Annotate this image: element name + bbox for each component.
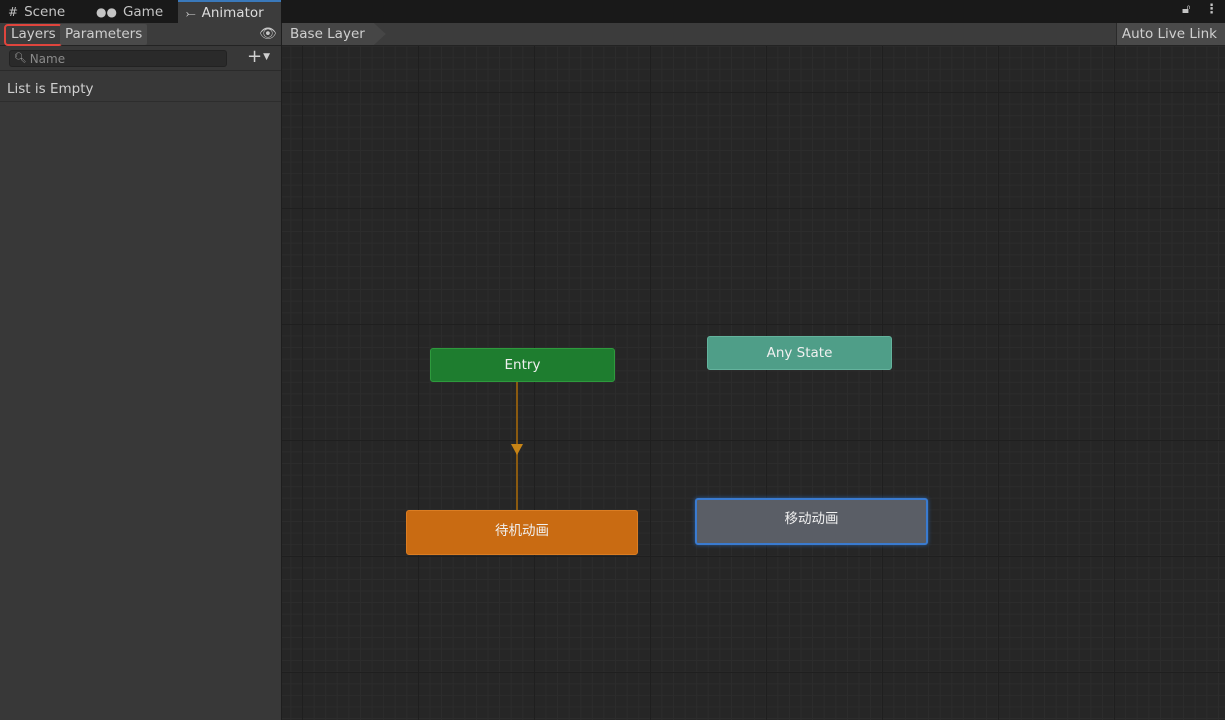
eye-icon[interactable]: 👁︎ [259,26,277,42]
tab-animator[interactable]: ⤚ Animator [178,0,281,23]
tab-parameters[interactable]: Parameters [60,24,148,45]
transition-layer [511,382,523,510]
window-tab-bar: # Scene ●● Game ⤚ Animator 🔓︎ ⋮ [0,0,1225,23]
empty-list-message: List is Empty [0,72,281,102]
tab-animator-label: Animator [201,4,264,21]
state-entry[interactable]: Entry [430,348,615,382]
state-machine-graph[interactable]: Entry Any State 待机动画 移动动画 [282,46,1225,720]
tab-scene[interactable]: # Scene [0,0,88,23]
tab-game-label: Game [122,3,164,20]
tab-layers[interactable]: Layers [4,24,63,46]
breadcrumb: Base Layer Auto Live Link [282,23,1225,46]
tab-game[interactable]: ●● Game [88,0,178,23]
state-any-state[interactable]: Any State [707,336,892,370]
search-field[interactable]: 🔍︎ [9,50,227,67]
tab-scene-label: Scene [24,3,66,20]
chevron-down-icon: ▼ [263,52,271,62]
animator-icon: ⤚ [186,5,196,20]
lock-icon[interactable]: 🔓︎ [1182,2,1190,17]
search-input[interactable] [29,51,210,66]
gamepad-icon: ●● [96,4,117,19]
add-layer-button[interactable]: +▼ [247,47,270,67]
more-options-icon[interactable]: ⋮ [1205,2,1218,17]
transition-arrow-icon [511,444,523,455]
grid-icon: # [8,4,19,19]
search-icon: 🔍︎ [14,53,27,64]
state-move-animation[interactable]: 移动动画 [695,498,928,545]
layers-panel: Layers Parameters 👁︎ 🔍︎ +▼ List is Empty [0,23,282,720]
breadcrumb-base-layer[interactable]: Base Layer [282,23,386,45]
search-row: 🔍︎ +▼ [0,46,281,71]
panel-tabs: Layers Parameters 👁︎ [0,23,281,46]
state-idle-animation[interactable]: 待机动画 [406,510,638,555]
auto-live-link-button[interactable]: Auto Live Link [1115,23,1225,45]
